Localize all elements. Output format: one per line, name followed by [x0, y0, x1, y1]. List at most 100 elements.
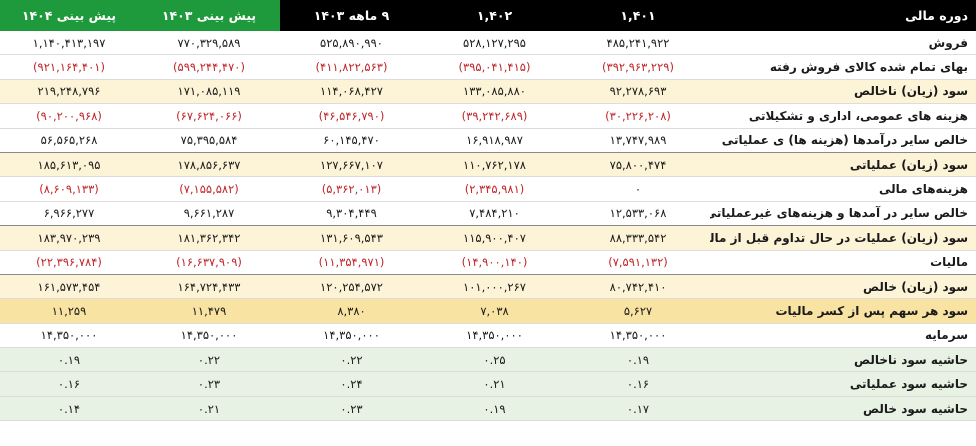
row-value: ۰: [566, 177, 710, 201]
row-value: (۲۲,۳۹۶,۷۸۴): [0, 250, 138, 274]
row-label: هزینه های عمومی، اداری و تشکیلاتی: [710, 104, 976, 128]
row-value: ۱۱۴,۰۶۸,۴۲۷: [280, 79, 423, 104]
row-value: (۴۱۱,۸۲۲,۵۶۳): [280, 55, 423, 79]
row-value: (۵۹۹,۲۴۴,۴۷۰): [138, 55, 280, 79]
row-value: ۷۵,۸۰۰,۴۷۴: [566, 152, 710, 177]
row-value: ۱۸۳,۹۷۰,۲۳۹: [0, 226, 138, 250]
table-row: خالص سایر درآمدها (هزینه ها) ی عملیاتی ۱۳…: [0, 128, 976, 153]
row-label: خالص سایر در آمدها و هزینه‌های غیرعملیات…: [710, 201, 976, 226]
row-label: مالیات: [710, 250, 976, 274]
table-row: خالص سایر در آمدها و هزینه‌های غیرعملیات…: [0, 201, 976, 227]
table-header-row: دوره مالی ۱,۴۰۱ ۱,۴۰۲ ۹ ماهه ۱۴۰۳ پیش بی…: [0, 0, 976, 31]
row-label: بهای تمام شده کالای فروش رفته: [710, 55, 976, 79]
table-row: سود (زیان) عملیاتی ۷۵,۸۰۰,۴۷۴ ۱۱۰,۷۶۲,۱۷۸ ۱…: [0, 152, 976, 178]
row-value: (۲,۳۴۵,۹۸۱): [423, 177, 566, 201]
row-value: ۱۸۱,۳۶۲,۳۴۲: [138, 226, 280, 250]
row-label: هزینه‌های مالی: [710, 177, 976, 201]
table-row: سود (زیان) خالص ۸۰,۷۴۲,۴۱۰ ۱۰۱,۰۰۰,۲۶۷ ۱۲۰,…: [0, 274, 976, 300]
row-value: ۲۱۹,۲۴۸,۷۹۶: [0, 79, 138, 104]
table-row: سود هر سهم پس از کسر مالیات ۵,۶۲۷ ۷,۰۳۸ ۸,۳…: [0, 299, 976, 324]
table-row: سود (زیان) عملیات در حال تداوم قبل از ما…: [0, 226, 976, 251]
row-value: ۱۶,۹۱۸,۹۸۷: [423, 128, 566, 152]
row-value: (۵,۳۶۲,۰۱۳): [280, 177, 423, 201]
row-value: ۱,۱۴۰,۴۱۳,۱۹۷: [0, 31, 138, 55]
row-value: ۱۲۷,۶۶۷,۱۰۷: [280, 152, 423, 177]
row-value: ۰.۲۲: [280, 348, 423, 372]
row-value: ۱۲,۵۳۳,۰۶۸: [566, 201, 710, 226]
row-value: ۷۷۰,۳۲۹,۵۸۹: [138, 31, 280, 55]
row-label: سرمایه: [710, 323, 976, 348]
row-value: (۱۶,۶۳۷,۹۰۹): [138, 250, 280, 274]
row-value: (۷,۵۹۱,۱۳۲): [566, 250, 710, 274]
row-value: (۸,۶۰۹,۱۳۳): [0, 177, 138, 201]
row-value: ۰.۱۶: [0, 372, 138, 396]
row-value: ۹۲,۲۷۸,۶۹۳: [566, 79, 710, 104]
table-row: فروش ۴۸۵,۲۴۱,۹۲۲ ۵۲۸,۱۲۷,۲۹۵ ۵۲۵,۸۹۰,۹۹۰ ۷۷۰…: [0, 31, 976, 56]
row-value: ۹,۳۰۴,۴۴۹: [280, 201, 423, 226]
row-label: حاشیه سود خالص: [710, 396, 976, 421]
row-value: ۹,۶۶۱,۲۸۷: [138, 201, 280, 226]
row-label: خالص سایر درآمدها (هزینه ها) ی عملیاتی: [710, 128, 976, 152]
header-forecast-1404: پیش بینی ۱۴۰۴: [0, 0, 138, 31]
row-value: ۸۰,۷۴۲,۴۱۰: [566, 274, 710, 299]
header-1402: ۱,۴۰۲: [423, 0, 566, 31]
table-row: حاشیه سود خالص ۰.۱۷ ۰.۱۹ ۰.۲۳ ۰.۲۱ ۰.۱۴: [0, 396, 976, 422]
row-value: (۴۶,۵۴۶,۷۹۰): [280, 104, 423, 128]
row-value: ۰.۲۳: [138, 372, 280, 396]
row-value: ۵۶,۵۶۵,۲۶۸: [0, 128, 138, 152]
row-value: (۱۱,۳۵۴,۹۷۱): [280, 250, 423, 274]
row-value: ۱۱۰,۷۶۲,۱۷۸: [423, 152, 566, 177]
row-value: ۱۴,۳۵۰,۰۰۰: [0, 323, 138, 348]
row-value: ۱۴,۳۵۰,۰۰۰: [138, 323, 280, 348]
row-value: ۰.۲۴: [280, 372, 423, 396]
row-label: سود (زیان) عملیات در حال تداوم قبل از ما…: [710, 226, 976, 250]
row-value: ۰.۱۷: [566, 396, 710, 421]
row-value: ۱۱,۲۵۹: [0, 299, 138, 323]
table-row: سود (زیان) ناخالص ۹۲,۲۷۸,۶۹۳ ۱۳۳,۰۸۵,۸۸۰ ۱۱…: [0, 79, 976, 105]
row-value: ۵۲۵,۸۹۰,۹۹۰: [280, 31, 423, 55]
row-value: ۰.۲۳: [280, 396, 423, 421]
row-label: فروش: [710, 31, 976, 55]
table-row: حاشیه سود ناخالص ۰.۱۹ ۰.۲۵ ۰.۲۲ ۰.۲۲ ۰.۱۹: [0, 348, 976, 373]
row-value: (۶۷,۶۲۴,۰۶۶): [138, 104, 280, 128]
header-1401: ۱,۴۰۱: [566, 0, 710, 31]
table-row: حاشیه سود عملیاتی ۰.۱۶ ۰.۲۱ ۰.۲۴ ۰.۲۳ ۰.۱۶: [0, 372, 976, 397]
row-value: ۱۷۱,۰۸۵,۱۱۹: [138, 79, 280, 104]
row-value: ۱۱,۴۷۹: [138, 299, 280, 323]
financial-table: دوره مالی ۱,۴۰۱ ۱,۴۰۲ ۹ ماهه ۱۴۰۳ پیش بی…: [0, 0, 976, 446]
row-value: ۰.۱۶: [566, 372, 710, 396]
row-value: ۱۷۸,۸۵۶,۶۳۷: [138, 152, 280, 177]
row-label: سود (زیان) عملیاتی: [710, 152, 976, 177]
row-value: ۱۳۳,۰۸۵,۸۸۰: [423, 79, 566, 104]
row-value: ۴۸۵,۲۴۱,۹۲۲: [566, 31, 710, 55]
row-value: ۰.۱۴: [0, 396, 138, 421]
row-value: ۷۵,۳۹۵,۵۸۴: [138, 128, 280, 152]
row-value: ۰.۱۹: [0, 348, 138, 372]
row-value: ۰.۱۹: [423, 396, 566, 421]
row-label: حاشیه سود ناخالص: [710, 348, 976, 372]
table-row: هزینه های عمومی، اداری و تشکیلاتی (۳۰,۲۲۶…: [0, 104, 976, 129]
row-label: سود (زیان) خالص: [710, 274, 976, 299]
table-row: هزینه‌های مالی ۰ (۲,۳۴۵,۹۸۱) (۵,۳۶۲,۰۱۳) (۷,…: [0, 177, 976, 202]
header-period: دوره مالی: [710, 0, 976, 31]
row-label: حاشیه سود عملیاتی: [710, 372, 976, 396]
row-value: ۱۶۴,۷۲۴,۴۳۳: [138, 274, 280, 299]
row-value: ۱۸۵,۶۱۳,۰۹۵: [0, 152, 138, 177]
row-value: ۰.۲۱: [138, 396, 280, 421]
header-forecast-1403: پیش بینی ۱۴۰۳: [138, 0, 280, 31]
row-value: ۱۱۵,۹۰۰,۴۰۷: [423, 226, 566, 250]
row-value: ۰.۲۱: [423, 372, 566, 396]
row-value: ۱۰۱,۰۰۰,۲۶۷: [423, 274, 566, 299]
row-value: ۷,۰۳۸: [423, 299, 566, 323]
header-9m-1403: ۹ ماهه ۱۴۰۳: [280, 0, 423, 31]
row-value: ۱۲۰,۲۵۴,۵۷۲: [280, 274, 423, 299]
row-value: (۱۴,۹۰۰,۱۴۰): [423, 250, 566, 274]
row-value: ۱۳۱,۶۰۹,۵۴۳: [280, 226, 423, 250]
row-value: ۸,۳۸۰: [280, 299, 423, 323]
row-value: (۷,۱۵۵,۵۸۲): [138, 177, 280, 201]
row-value: ۵۲۸,۱۲۷,۲۹۵: [423, 31, 566, 55]
table-row: بهای تمام شده کالای فروش رفته (۳۹۲,۹۶۳,۲۲…: [0, 55, 976, 80]
row-value: (۳۹,۲۴۲,۶۸۹): [423, 104, 566, 128]
table-row: مالیات (۷,۵۹۱,۱۳۲) (۱۴,۹۰۰,۱۴۰) (۱۱,۳۵۴,۹۷۱…: [0, 250, 976, 275]
row-value: (۹۰,۲۰۰,۹۶۸): [0, 104, 138, 128]
